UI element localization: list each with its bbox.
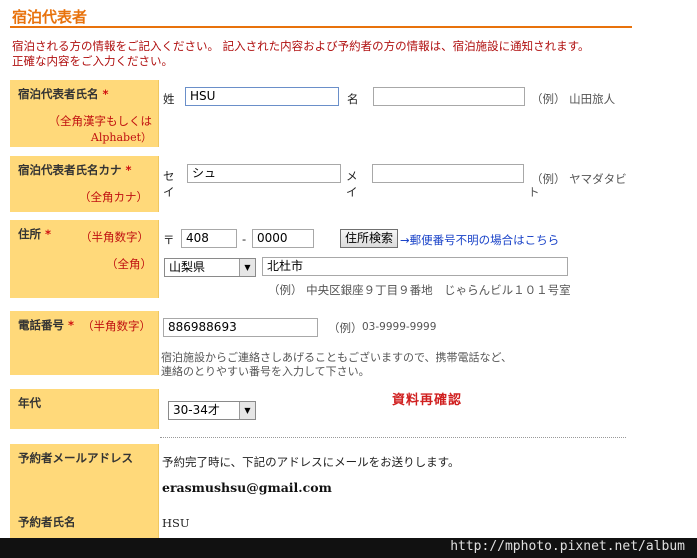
intro-line-2: 正確な内容をご入力ください。 xyxy=(12,54,173,68)
kana-note: （全角カナ） xyxy=(79,190,148,204)
phone-note: （半角数字） xyxy=(82,319,151,333)
name-label: 宿泊代表者氏名 * xyxy=(18,87,109,101)
chevron-down-icon: ▼ xyxy=(239,402,255,419)
title-underline xyxy=(10,26,632,28)
phone-input[interactable]: 886988693 xyxy=(163,318,318,337)
email-message: 予約完了時に、下記のアドレスにメールをお送りします。 xyxy=(162,455,460,469)
kana-label-cell: 宿泊代表者氏名カナ * （全角カナ） xyxy=(10,156,159,212)
watermark-bar: http://mphoto.pixnet.net/album xyxy=(0,538,697,558)
name-note: （全角漢字もしくは Alphabet） xyxy=(48,114,153,144)
phone-example-value: 03-9999-9999 xyxy=(362,321,437,333)
phone-example-prefix: （例） xyxy=(328,321,363,335)
prefecture-select[interactable]: 山梨県 ▼ xyxy=(164,258,256,277)
kana-label: 宿泊代表者氏名カナ * xyxy=(18,163,132,177)
booker-name-value: HSU xyxy=(162,516,190,530)
mei-label: 名 xyxy=(347,92,359,106)
kana-example-wrap: ト xyxy=(528,185,540,199)
postal-dash: - xyxy=(242,232,247,246)
age-label-cell: 年代 xyxy=(10,389,159,429)
postal-code-first-input[interactable]: 408 xyxy=(181,229,237,248)
age-select[interactable]: 30-34才 ▼ xyxy=(168,401,256,420)
last-name-input[interactable]: HSU xyxy=(185,87,339,106)
postal-code-second-input[interactable]: 0000 xyxy=(252,229,314,248)
booker-name-label: 予約者氏名 xyxy=(18,515,76,529)
address-example: （例） 中央区銀座９丁目９番地 じゃらんビル１０１号室 xyxy=(268,283,571,297)
prefecture-value: 山梨県 xyxy=(169,260,206,274)
address-label: 住所 * xyxy=(18,227,52,241)
phone-label: 電話番号 * xyxy=(18,318,75,332)
kana-mei-label-2: イ xyxy=(346,185,358,199)
kana-example: （例） ヤマダタビ xyxy=(531,172,627,186)
watermark-url: http://mphoto.pixnet.net/album xyxy=(450,539,685,554)
age-label: 年代 xyxy=(18,396,41,410)
recheck-annotation: 資料再確認 xyxy=(392,393,463,408)
last-name-kana-input[interactable]: シュ xyxy=(187,164,341,183)
phone-help-line-2: 連絡のとりやすい番号を入力して下さい。 xyxy=(161,365,370,378)
first-name-input[interactable] xyxy=(373,87,525,106)
section-title: 宿泊代表者 xyxy=(12,8,88,26)
postal-mark: 〒 xyxy=(163,233,175,247)
intro-line-1: 宿泊される方の情報をご記入ください。 記入された内容および予約者の方の情報は、宿… xyxy=(12,39,590,53)
email-label: 予約者メールアドレス xyxy=(18,451,133,465)
chevron-down-icon: ▼ xyxy=(239,259,255,276)
kana-mei-label-1: メ xyxy=(346,169,358,183)
kana-sei-label-1: セ xyxy=(163,169,175,183)
address-note-full: （全角） xyxy=(106,257,152,271)
email-label-cell: 予約者メールアドレス 予約者氏名 xyxy=(10,444,159,538)
city-input[interactable]: 北杜市 xyxy=(262,257,568,276)
sei-label: 姓 xyxy=(163,92,175,106)
first-name-kana-input[interactable] xyxy=(372,164,524,183)
postal-unknown-link[interactable]: →郵便番号不明の場合はこちら xyxy=(400,232,559,248)
name-label-cell: 宿泊代表者氏名 * （全角漢字もしくは Alphabet） xyxy=(10,80,159,147)
intro-text: 宿泊される方の情報をご記入ください。 記入された内容および予約者の方の情報は、宿… xyxy=(12,39,652,69)
section-divider xyxy=(160,437,626,438)
email-value: erasmushsu@gmail.com xyxy=(162,480,332,495)
phone-label-cell: 電話番号 * （半角数字） xyxy=(10,311,159,375)
address-note-half: （半角数字） xyxy=(80,230,149,244)
kana-sei-label-2: イ xyxy=(163,185,175,199)
age-value: 30-34才 xyxy=(173,403,220,417)
name-example: （例） 山田旅人 xyxy=(531,92,616,106)
address-search-button[interactable]: 住所検索 xyxy=(340,229,399,248)
address-label-cell: 住所 * （半角数字） （全角） xyxy=(10,220,159,298)
